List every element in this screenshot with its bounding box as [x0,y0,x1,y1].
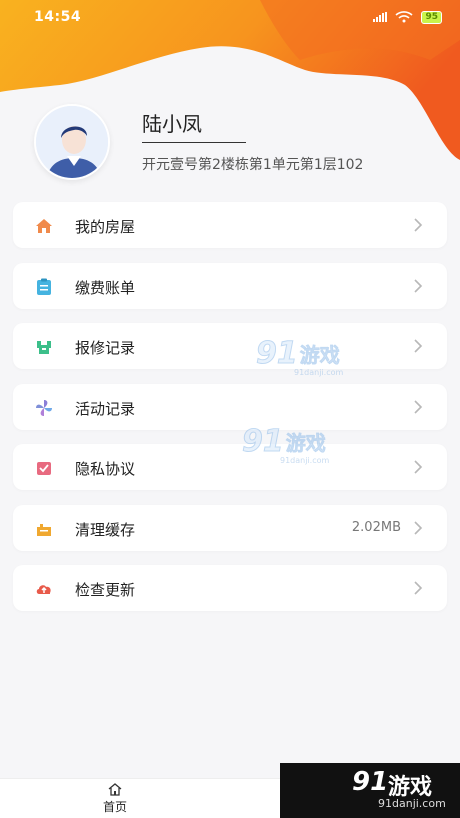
signal-icon [373,12,388,22]
battery-indicator: 95 [421,10,442,24]
settings-menu: 我的房屋 缴费账单 报修记录 活动记录 隐私协议 清理缓存 2.02MB 检查更… [13,202,447,626]
status-bar: 14:54 95 [0,0,460,34]
status-icons: 95 [373,10,442,24]
menu-item-repair-records[interactable]: 报修记录 [13,323,447,369]
repair-icon [37,341,51,354]
menu-item-label: 隐私协议 [75,460,136,478]
home-icon [108,783,122,796]
nav-home-label: 首页 [102,800,127,814]
chevron-right-icon [413,217,427,233]
cache-size-value: 2.02MB [351,519,401,535]
menu-item-label: 报修记录 [75,339,136,357]
chevron-right-icon [413,399,427,415]
nav-tab-home[interactable]: 首页 [95,783,135,817]
chevron-right-icon [413,278,427,294]
chevron-right-icon [413,338,427,354]
chevron-right-icon [413,459,427,475]
menu-item-my-house[interactable]: 我的房屋 [13,202,447,248]
menu-item-label: 我的房屋 [75,218,136,236]
user-name: 陆小凤 [142,112,202,136]
corner-watermark: 91 游戏 91danji.com [280,763,460,818]
cache-icon [37,523,51,536]
chevron-right-icon [413,520,427,536]
house-icon [36,219,52,233]
wifi-icon [395,11,414,23]
user-address: 开元壹号第2楼栋第1单元第1层102 [142,157,364,173]
menu-item-label: 清理缓存 [75,520,136,539]
avatar-person-icon [36,106,108,178]
menu-item-privacy-policy[interactable]: 隐私协议 [13,444,447,490]
user-profile[interactable]: 陆小凤 开元壹号第2楼栋第1单元第1层102 [34,104,454,182]
menu-item-activity-records[interactable]: 活动记录 [13,383,447,430]
bill-icon [37,278,51,295]
menu-item-check-update[interactable]: 检查更新 [13,565,447,611]
chevron-right-icon [413,580,427,596]
pinwheel-icon [36,399,52,416]
status-time: 14:54 [34,9,82,25]
menu-item-label: 检查更新 [75,581,136,599]
avatar[interactable] [34,104,110,180]
menu-item-clear-cache[interactable]: 清理缓存 2.02MB [13,504,447,551]
menu-item-label: 缴费账单 [75,278,136,297]
menu-item-label: 活动记录 [75,399,136,418]
update-icon [36,585,51,594]
menu-item-bills[interactable]: 缴费账单 [13,262,447,309]
name-divider [142,142,246,143]
privacy-icon [37,462,51,475]
